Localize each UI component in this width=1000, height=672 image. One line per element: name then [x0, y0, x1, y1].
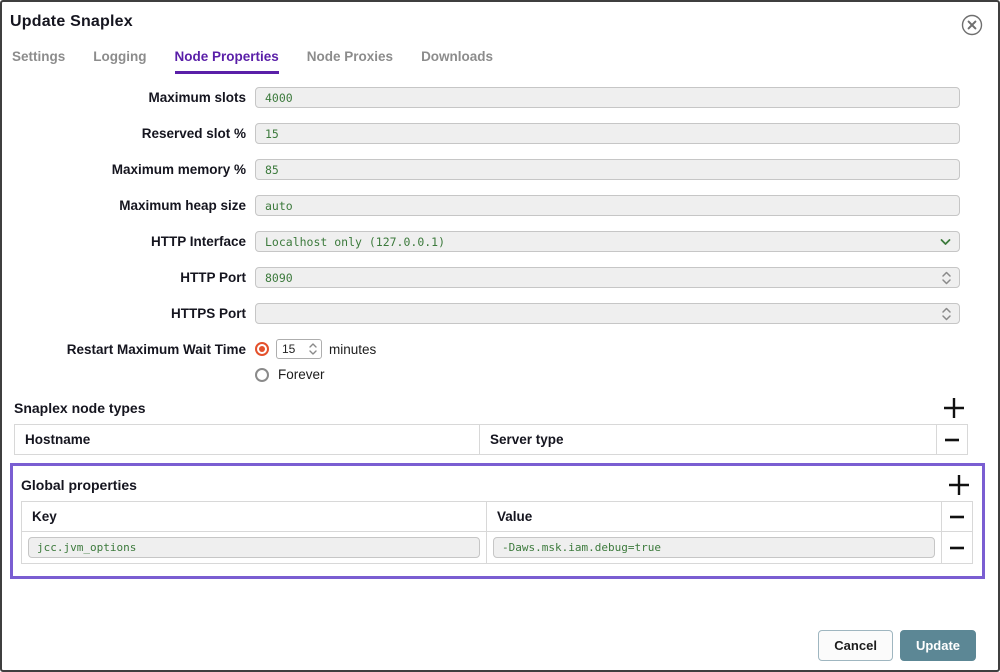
reserved-slot-label: Reserved slot %	[2, 126, 246, 141]
update-button[interactable]: Update	[900, 630, 976, 661]
reserved-slot-input[interactable]	[255, 123, 960, 144]
form-row: Maximum memory %	[2, 159, 998, 180]
http-port-input[interactable]	[255, 267, 960, 288]
stepper-icon[interactable]	[941, 306, 952, 321]
form-row: HTTPS Port	[2, 303, 998, 324]
key-column-header: Key	[22, 502, 487, 531]
remove-node-type-icon[interactable]	[937, 425, 967, 454]
http-interface-select[interactable]: Localhost only (127.0.0.1)	[255, 231, 960, 252]
close-icon[interactable]	[960, 13, 984, 37]
hostname-column-header: Hostname	[15, 425, 480, 454]
restart-minutes-value: 15	[282, 342, 295, 356]
maximum-memory-label: Maximum memory %	[2, 162, 246, 177]
dialog-header: Update Snaplex	[2, 2, 998, 37]
https-port-label: HTTPS Port	[2, 306, 246, 321]
form-row: Reserved slot %	[2, 123, 998, 144]
restart-minutes-stepper[interactable]: 15	[276, 339, 322, 359]
restart-wait-label: Restart Maximum Wait Time	[2, 342, 246, 357]
http-port-label: HTTP Port	[2, 270, 246, 285]
node-properties-form: Maximum slots Reserved slot % Maximum me…	[2, 87, 998, 382]
global-property-value-cell	[487, 531, 942, 563]
restart-forever-radio[interactable]	[255, 368, 269, 382]
tab-node-properties[interactable]: Node Properties	[175, 49, 279, 74]
form-row: Forever	[255, 367, 998, 382]
remove-global-property-row-icon[interactable]	[942, 531, 972, 563]
global-properties-table: Key Value	[21, 501, 973, 564]
add-node-type-icon[interactable]	[942, 396, 966, 420]
server-type-column-header: Server type	[480, 425, 937, 454]
dialog-title: Update Snaplex	[10, 13, 133, 31]
chevron-down-icon	[940, 238, 951, 246]
restart-minutes-radio[interactable]	[255, 342, 269, 356]
maximum-slots-input[interactable]	[255, 87, 960, 108]
http-interface-label: HTTP Interface	[2, 234, 246, 249]
https-port-input[interactable]	[255, 303, 960, 324]
global-properties-heading: Global properties	[21, 477, 137, 493]
tab-bar: Settings Logging Node Properties Node Pr…	[2, 37, 998, 74]
global-property-value-input[interactable]	[493, 537, 935, 558]
global-properties-highlight-box: Global properties Key Value	[10, 463, 985, 579]
tab-downloads[interactable]: Downloads	[421, 49, 493, 74]
http-interface-value: Localhost only (127.0.0.1)	[265, 235, 445, 249]
forever-label: Forever	[278, 367, 325, 382]
remove-global-property-icon[interactable]	[942, 502, 972, 531]
tab-node-proxies[interactable]: Node Proxies	[307, 49, 393, 74]
maximum-heap-label: Maximum heap size	[2, 198, 246, 213]
tab-settings[interactable]: Settings	[12, 49, 65, 74]
node-types-heading: Snaplex node types	[14, 400, 145, 416]
minutes-label: minutes	[329, 342, 376, 357]
value-column-header: Value	[487, 502, 942, 531]
form-row: HTTP Interface Localhost only (127.0.0.1…	[2, 231, 998, 252]
update-snaplex-dialog: Update Snaplex Settings Logging Node Pro…	[0, 0, 1000, 672]
maximum-memory-input[interactable]	[255, 159, 960, 180]
dialog-footer: Cancel Update	[818, 630, 976, 661]
form-row: Restart Maximum Wait Time 15 minutes	[2, 339, 998, 359]
node-types-table: Hostname Server type	[14, 424, 968, 455]
maximum-slots-label: Maximum slots	[2, 90, 246, 105]
stepper-icon[interactable]	[941, 270, 952, 285]
maximum-heap-input[interactable]	[255, 195, 960, 216]
global-property-key-cell	[22, 531, 487, 563]
cancel-button[interactable]: Cancel	[818, 630, 893, 661]
snaplex-node-types-section: Snaplex node types Hostname Server type	[14, 396, 968, 455]
form-row: HTTP Port	[2, 267, 998, 288]
form-row: Maximum heap size	[2, 195, 998, 216]
add-global-property-icon[interactable]	[947, 473, 971, 497]
global-property-key-input[interactable]	[28, 537, 480, 558]
tab-logging[interactable]: Logging	[93, 49, 146, 74]
stepper-icon[interactable]	[308, 342, 318, 356]
form-row: Maximum slots	[2, 87, 998, 108]
